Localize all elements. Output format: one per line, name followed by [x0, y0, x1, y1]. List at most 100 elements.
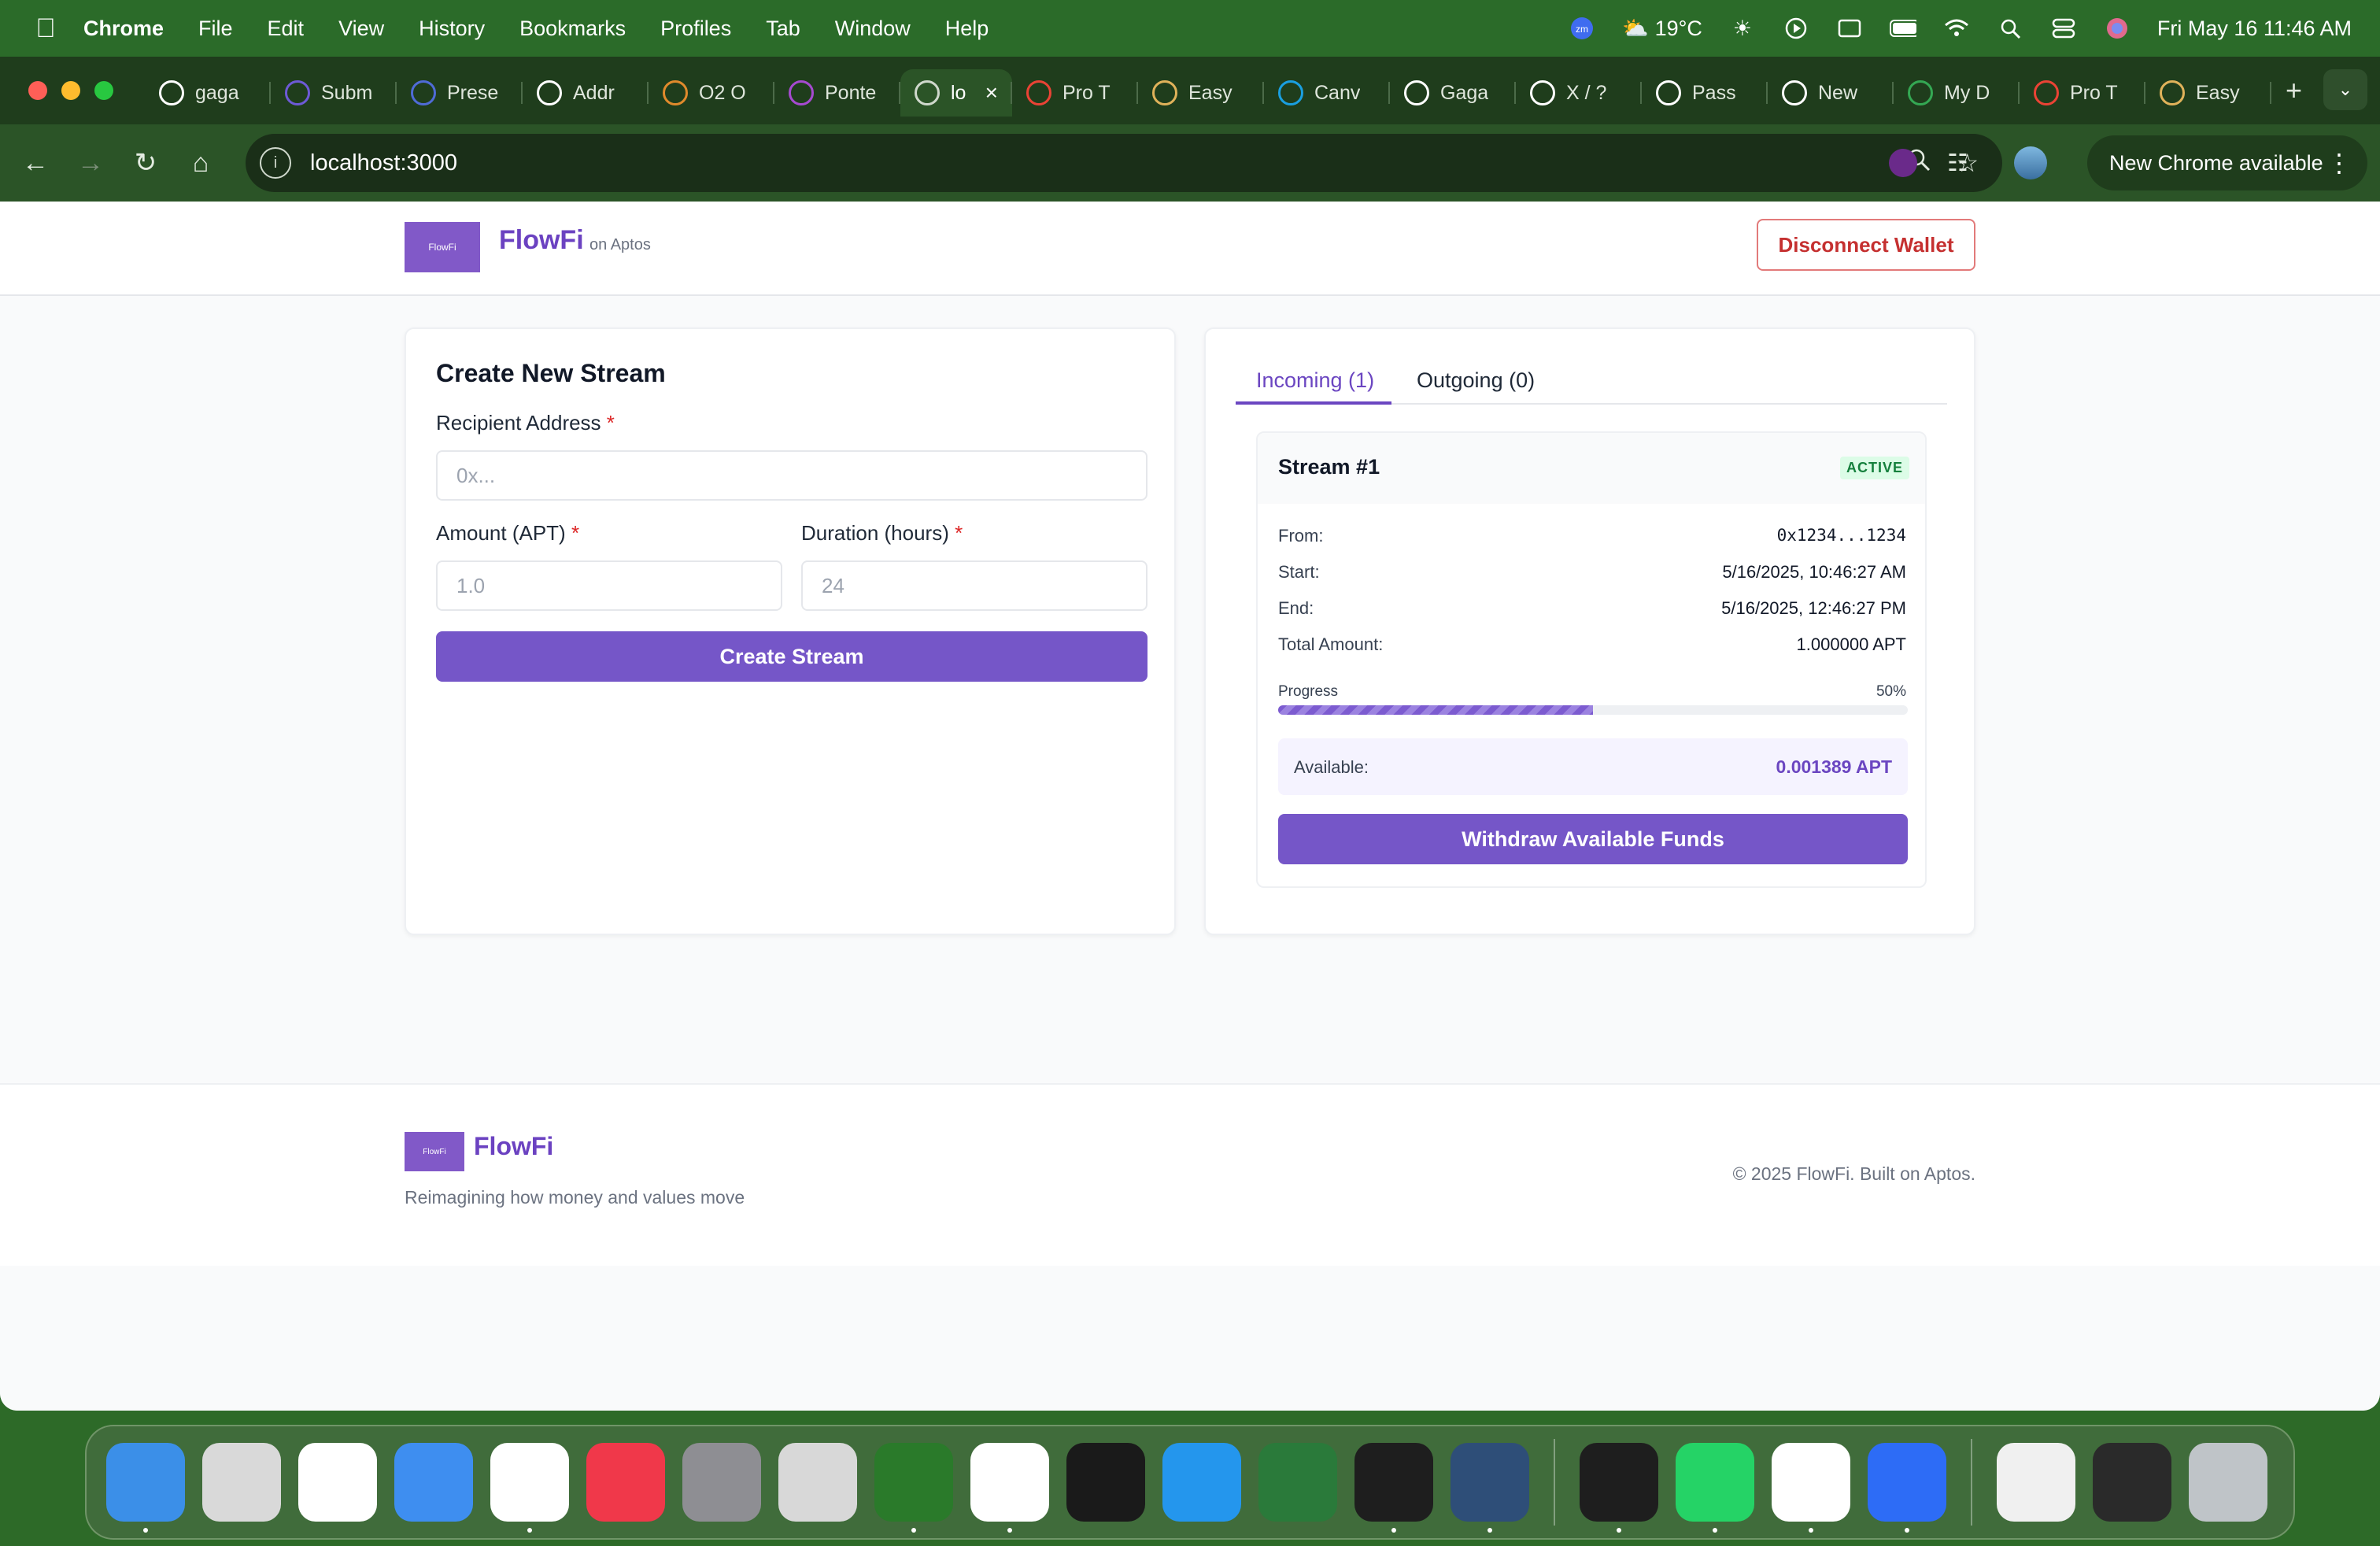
- menu-file[interactable]: File: [198, 17, 233, 41]
- browser-tab-label: Ponte: [825, 81, 877, 104]
- total-amount-label: Total Amount:: [1278, 634, 1384, 654]
- dock-circle-app-icon[interactable]: [874, 1443, 953, 1533]
- profile-avatar[interactable]: [2013, 146, 2047, 179]
- browser-tab[interactable]: Canv: [1264, 69, 1390, 117]
- dock-trash-icon[interactable]: [2189, 1443, 2267, 1522]
- menu-history[interactable]: History: [419, 17, 485, 41]
- menu-bookmarks[interactable]: Bookmarks: [519, 17, 626, 41]
- recipient-address-input[interactable]: 0x...: [436, 450, 1148, 501]
- sunrise-icon[interactable]: ☀: [1729, 15, 1756, 42]
- dock-recent-window-1-icon[interactable]: [1997, 1443, 2075, 1522]
- menu-help[interactable]: Help: [945, 17, 989, 41]
- dock-vs-app-icon[interactable]: [1258, 1443, 1337, 1522]
- browser-tab[interactable]: lo ×: [900, 69, 1012, 117]
- brand-name[interactable]: FlowFi: [499, 225, 584, 256]
- disconnect-wallet-button[interactable]: Disconnect Wallet: [1757, 219, 1975, 271]
- dock-docker-icon[interactable]: [1162, 1443, 1241, 1522]
- dock-whatsapp-icon[interactable]: [1676, 1443, 1754, 1533]
- reload-icon[interactable]: ↻: [118, 147, 173, 179]
- withdraw-funds-button[interactable]: Withdraw Available Funds: [1278, 814, 1908, 864]
- keyboard-icon[interactable]: [1836, 15, 1863, 42]
- forward-arrow-icon[interactable]: →: [63, 148, 118, 179]
- weather-widget[interactable]: ⛅ 19°C: [1622, 16, 1702, 41]
- browser-tab[interactable]: Addr: [523, 69, 649, 117]
- browser-tab[interactable]: Gaga: [1390, 69, 1516, 117]
- flowfi-logo[interactable]: FlowFi: [405, 222, 480, 272]
- menu-app-chrome[interactable]: Chrome: [83, 17, 164, 41]
- amount-input[interactable]: 1.0: [436, 560, 782, 611]
- browser-tab[interactable]: New: [1768, 69, 1894, 117]
- extensions-puzzle-icon[interactable]: ☷: [1947, 150, 1968, 177]
- browser-tab-label: New: [1818, 81, 1858, 104]
- browser-tab[interactable]: Subm: [271, 69, 397, 117]
- tab-list: gaga Subm Prese Addr O2 O Ponte lo × Pro T Easy Ca…: [145, 65, 2271, 117]
- control-center-icon[interactable]: [2050, 15, 2077, 42]
- apple-icon[interactable]: : [28, 13, 63, 44]
- browser-tab[interactable]: Pass: [1642, 69, 1768, 117]
- new-tab-plus-icon[interactable]: +: [2286, 74, 2302, 107]
- play-icon[interactable]: [1783, 15, 1809, 42]
- browser-tab[interactable]: Pro T: [1012, 69, 1138, 117]
- dock-mysql-workbench-icon[interactable]: [1451, 1443, 1529, 1533]
- progress-bar: [1278, 705, 1908, 715]
- minimize-window-button[interactable]: [61, 81, 80, 100]
- menu-tab[interactable]: Tab: [766, 17, 800, 41]
- duration-input[interactable]: 24: [801, 560, 1148, 611]
- browser-tab[interactable]: Pro T: [2020, 69, 2145, 117]
- dock-terminal-icon[interactable]: [1580, 1443, 1658, 1533]
- battery-icon[interactable]: [1889, 15, 1916, 42]
- dock-pycharm-icon[interactable]: [1354, 1443, 1433, 1533]
- site-info-icon[interactable]: i: [260, 147, 291, 179]
- siri-icon[interactable]: [2104, 15, 2131, 42]
- page-footer: FlowFi FlowFi Reimagining how money and …: [0, 1083, 2380, 1266]
- menu-window[interactable]: Window: [835, 17, 911, 41]
- dock-launchpad-icon[interactable]: [202, 1443, 281, 1522]
- dock-iphone-mirroring-icon[interactable]: [778, 1443, 857, 1522]
- browser-toolbar: ← → ↻ ⌂ i localhost:3000 ☆ ☷ New Chrome …: [0, 124, 2380, 202]
- dock-chrome-icon[interactable]: [490, 1443, 569, 1533]
- url-text[interactable]: localhost:3000: [310, 150, 457, 176]
- menu-view[interactable]: View: [338, 17, 384, 41]
- address-bar[interactable]: i localhost:3000 ☆: [246, 134, 2002, 192]
- zoom-window-button[interactable]: [94, 81, 113, 100]
- tab-incoming[interactable]: Incoming (1): [1256, 368, 1374, 393]
- browser-tab[interactable]: My D: [1894, 69, 2020, 117]
- browser-tab[interactable]: Easy: [2145, 69, 2271, 117]
- dock-word-icon[interactable]: [1772, 1443, 1850, 1533]
- create-stream-button[interactable]: Create Stream: [436, 631, 1148, 682]
- browser-tab[interactable]: Prese: [397, 69, 523, 117]
- dock-finder-icon[interactable]: [106, 1443, 185, 1533]
- new-chrome-available-button[interactable]: New Chrome available ⋮: [2087, 135, 2367, 190]
- home-icon[interactable]: ⌂: [173, 148, 228, 179]
- browser-tab[interactable]: O2 O: [649, 69, 774, 117]
- dock-recent-window-2-icon[interactable]: [2093, 1443, 2171, 1522]
- close-tab-icon[interactable]: ×: [985, 80, 998, 105]
- dock-headset-app-icon[interactable]: [1066, 1443, 1145, 1522]
- footer-brand: FlowFi: [474, 1132, 554, 1160]
- stream-title: Stream #1: [1278, 455, 1380, 479]
- tab-search-chevron-icon[interactable]: ⌄: [2323, 69, 2367, 110]
- dock-zoom-icon[interactable]: [1868, 1443, 1946, 1533]
- close-window-button[interactable]: [28, 81, 47, 100]
- browser-tab[interactable]: gaga: [145, 69, 271, 117]
- dock-mail-icon[interactable]: [394, 1443, 473, 1522]
- browser-tab[interactable]: X / ?: [1516, 69, 1642, 117]
- menu-profiles[interactable]: Profiles: [660, 17, 731, 41]
- dock-safari-icon[interactable]: [298, 1443, 377, 1522]
- zoom-status-icon[interactable]: zm: [1569, 15, 1595, 42]
- web-page: FlowFi FlowFi on Aptos Disconnect Wallet…: [0, 202, 2380, 1411]
- tab-outgoing[interactable]: Outgoing (0): [1417, 368, 1535, 393]
- wifi-icon[interactable]: [1943, 15, 1970, 42]
- dock-music-icon[interactable]: [586, 1443, 665, 1522]
- ponte-extension-icon[interactable]: [1889, 149, 1917, 177]
- spotlight-search-icon[interactable]: [1997, 15, 2023, 42]
- dock-settings-icon[interactable]: [682, 1443, 761, 1522]
- back-arrow-icon[interactable]: ←: [8, 148, 63, 179]
- amount-label: Amount (APT) *: [436, 521, 580, 545]
- menubar-clock[interactable]: Fri May 16 11:46 AM: [2157, 17, 2352, 41]
- menu-edit[interactable]: Edit: [268, 17, 305, 41]
- more-menu-icon[interactable]: ⋮: [2326, 148, 2352, 178]
- browser-tab[interactable]: Ponte: [774, 69, 900, 117]
- dock-vscode-icon[interactable]: [970, 1443, 1049, 1533]
- browser-tab[interactable]: Easy: [1138, 69, 1264, 117]
